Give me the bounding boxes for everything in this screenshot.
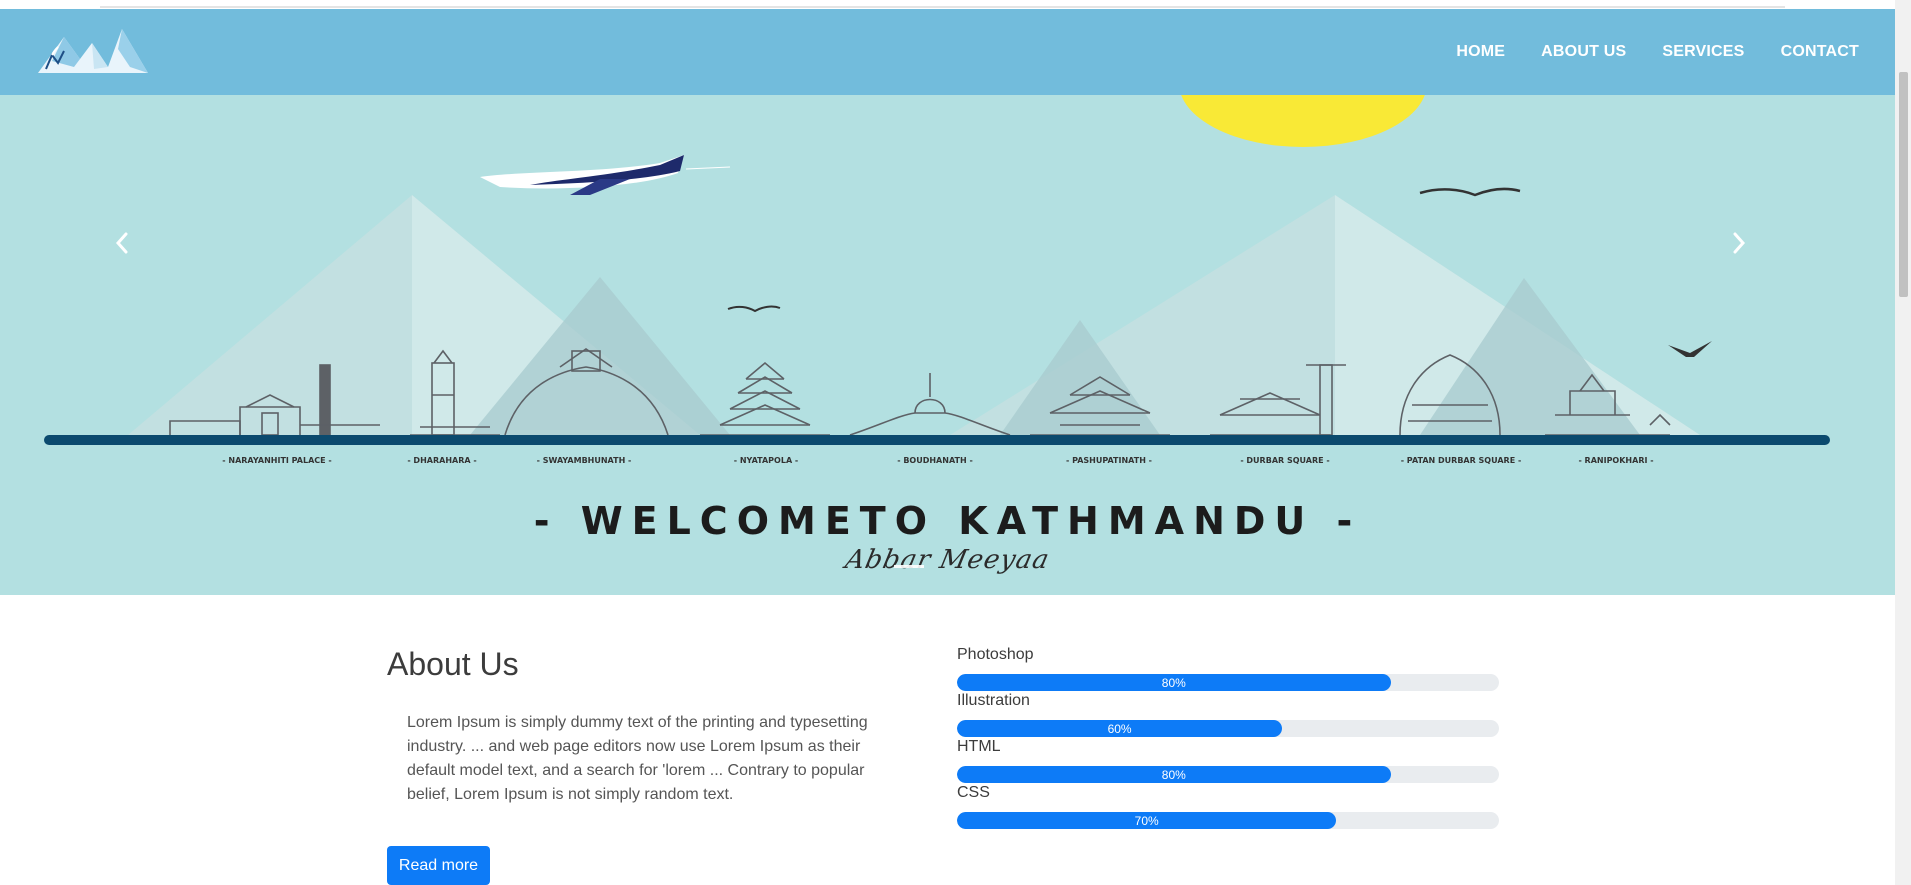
skill-label: Illustration — [957, 692, 1030, 709]
landmark-labels: - NARAYANHITI PALACE - - DHARAHARA - - S… — [222, 456, 1653, 465]
top-strip — [0, 0, 1895, 9]
landmark-label: - NARAYANHITI PALACE - — [222, 456, 331, 465]
nav-menu: HOME ABOUT US SERVICES CONTACT — [1456, 9, 1859, 95]
nav-home[interactable]: HOME — [1456, 43, 1505, 61]
navbar: HOME ABOUT US SERVICES CONTACT — [0, 9, 1895, 95]
mountains — [128, 195, 1700, 435]
scrollbar-thumb[interactable] — [1899, 72, 1908, 297]
about-title: About Us — [387, 646, 519, 682]
landmark-label: - SWAYAMBHUNATH - — [537, 456, 632, 465]
sun-icon — [1181, 95, 1425, 147]
page: HOME ABOUT US SERVICES CONTACT - NARAYAN… — [0, 0, 1911, 885]
progress-percent: 80% — [1161, 767, 1186, 782]
nav-services[interactable]: SERVICES — [1662, 43, 1744, 61]
skill-label: Photoshop — [957, 646, 1034, 663]
chevron-right-icon — [1733, 232, 1746, 254]
skill-item: Photoshop 80% — [957, 645, 1499, 691]
about-text: Lorem Ipsum is simply dummy text of the … — [407, 714, 868, 803]
progress-bar: 80% — [957, 766, 1499, 783]
progress-bar: 60% — [957, 720, 1499, 737]
progress-fill: 60% — [957, 720, 1283, 737]
bird-icon — [1419, 187, 1521, 197]
skill-item: CSS 70% — [957, 783, 1499, 829]
landmark-label: - RANIPOKHARI - — [1578, 456, 1653, 465]
read-more-button[interactable]: Read more — [387, 846, 490, 885]
landmark-label: - PASHUPATINATH - — [1066, 456, 1152, 465]
bird-icon — [727, 305, 781, 313]
carousel-next-button[interactable] — [1731, 231, 1771, 271]
progress-percent: 60% — [1107, 721, 1132, 736]
skill-label: HTML — [957, 738, 1001, 755]
landmark-label: - PATAN DURBAR SQUARE - — [1401, 456, 1522, 465]
logo[interactable] — [34, 23, 152, 79]
skill-item: HTML 80% — [957, 737, 1499, 783]
progress-bar: 80% — [957, 674, 1499, 691]
ground-line — [44, 435, 1830, 445]
progress-fill: 70% — [957, 812, 1337, 829]
landmark-label: - NYATAPOLA - — [734, 456, 798, 465]
logo-mountains-icon — [38, 29, 148, 73]
progress-bar: 70% — [957, 812, 1499, 829]
skill-label: CSS — [957, 784, 990, 801]
top-divider — [100, 6, 1785, 8]
carousel-prev-button[interactable] — [114, 231, 154, 271]
landmark-label: - DURBAR SQUARE - — [1240, 456, 1329, 465]
progress-percent: 80% — [1161, 675, 1186, 690]
progress-percent: 70% — [1134, 813, 1159, 828]
nav-contact[interactable]: CONTACT — [1781, 43, 1859, 61]
landmark-label: - BOUDHANATH - — [897, 456, 973, 465]
carousel-indicator[interactable] — [894, 565, 924, 568]
page-scrollbar[interactable] — [1895, 0, 1911, 885]
skills-list: Photoshop 80% Illustration 60% HTML 80% — [957, 645, 1499, 829]
chevron-left-icon — [115, 232, 128, 254]
nav-about-us[interactable]: ABOUT US — [1541, 43, 1626, 61]
bird-icon — [1668, 341, 1712, 357]
progress-fill: 80% — [957, 674, 1391, 691]
hero-carousel: - NARAYANHITI PALACE - - DHARAHARA - - S… — [0, 95, 1895, 595]
hero-title: - WELCOMETO KATHMANDU - — [533, 499, 1362, 543]
landmark-label: - DHARAHARA - — [407, 456, 476, 465]
hero-signature: Abbar Meeyaa — [842, 545, 1053, 575]
airplane-icon — [480, 155, 731, 195]
skill-item: Illustration 60% — [957, 691, 1499, 737]
progress-fill: 80% — [957, 766, 1391, 783]
